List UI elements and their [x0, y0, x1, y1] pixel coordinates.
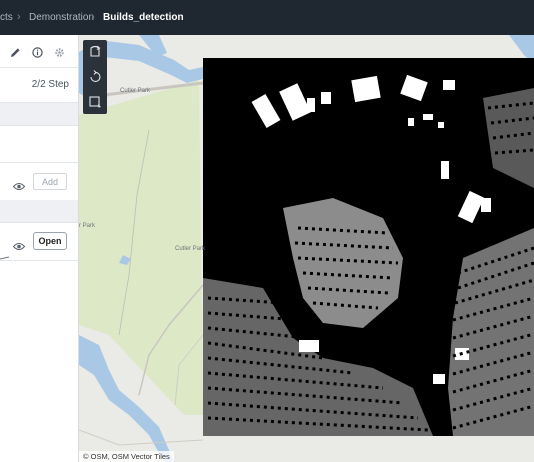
visibility-eye-icon[interactable]: [12, 178, 26, 196]
map-label: r Park: [79, 223, 96, 229]
section-header: [0, 103, 78, 126]
map-label: Cutler Park: [175, 246, 206, 252]
map-label: Cutler Park: [120, 88, 151, 94]
line-style-icon: [0, 247, 10, 265]
divider: [0, 162, 78, 163]
draw-polygon-rotate-icon[interactable]: [83, 40, 107, 64]
info-icon[interactable]: [32, 45, 43, 63]
panel-toolbar: [0, 35, 78, 67]
visibility-eye-icon[interactable]: [12, 238, 26, 256]
breadcrumb-item-projects[interactable]: cts: [0, 12, 13, 23]
top-bar: cts › Demonstration › Builds_detection: [0, 0, 534, 35]
settings-gear-icon[interactable]: [54, 45, 65, 63]
edit-pencil-icon[interactable]: [10, 45, 21, 63]
breadcrumb-item-demonstration[interactable]: Demonstration: [29, 12, 94, 23]
map-view[interactable]: Cutler Park r Park Cutler Park © OSM, OS…: [79, 35, 534, 462]
left-panel: 2/2 Step Add Open: [0, 35, 79, 462]
building-mask-image: [203, 74, 534, 436]
open-button[interactable]: Open: [33, 232, 67, 250]
breadcrumb-current: Builds_detection: [103, 12, 184, 23]
detection-mask-overlay: [203, 58, 534, 436]
redo-shape-icon[interactable]: [83, 65, 107, 89]
step-indicator: 2/2 Step: [31, 79, 69, 90]
breadcrumb-separator-icon: ›: [91, 11, 95, 23]
section-header: [0, 200, 78, 223]
map-attribution: © OSM, OSM Vector Tiles: [79, 451, 174, 462]
add-button[interactable]: Add: [33, 173, 67, 190]
map-tool-palette: [83, 40, 107, 114]
select-rectangle-icon[interactable]: [83, 90, 107, 114]
step-row: 2/2 Step: [0, 67, 78, 103]
breadcrumb-separator-icon: ›: [17, 11, 21, 23]
divider: [0, 260, 78, 261]
